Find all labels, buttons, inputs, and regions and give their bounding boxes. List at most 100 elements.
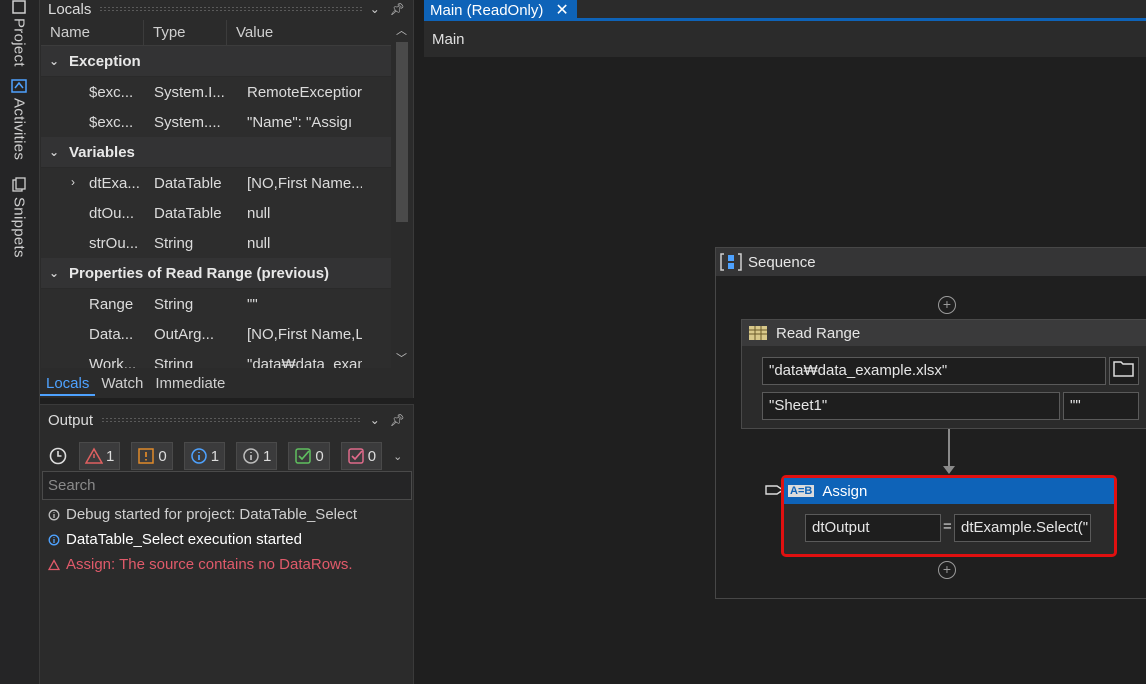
filter-count: 0 xyxy=(367,447,377,465)
chevron-down-icon[interactable]: ⌄ xyxy=(49,54,69,68)
row-type: String xyxy=(154,295,194,313)
range-field[interactable]: "" xyxy=(1063,392,1139,420)
chevron-down-icon[interactable]: ⌄ xyxy=(49,266,69,280)
output-filters: 1 0 1 1 0 0 ⌄ xyxy=(48,442,402,470)
info-icon xyxy=(190,448,207,464)
workflow-canvas[interactable]: Sequence + Read Range "data₩data_example… xyxy=(424,57,1146,684)
filter-count: 1 xyxy=(106,447,115,465)
filter-info[interactable]: 1 xyxy=(183,442,226,470)
sequence-title: Sequence xyxy=(748,253,816,271)
chevron-down-icon[interactable]: ⌄ xyxy=(370,413,380,427)
project-icon xyxy=(12,0,26,14)
workbook-path-field[interactable]: "data₩data_example.xlsx" xyxy=(762,357,1106,385)
row-value: null xyxy=(247,234,271,252)
row-type: String xyxy=(154,355,194,369)
read-range-activity[interactable]: Read Range "data₩data_example.xlsx" "She… xyxy=(741,319,1146,429)
filter-trace[interactable]: 1 xyxy=(236,442,278,470)
side-rail: Project Activities Snippets xyxy=(0,0,40,684)
table-row[interactable]: Range String "" xyxy=(41,289,391,319)
search-input[interactable]: Search xyxy=(42,471,412,500)
column-header-value[interactable]: Value xyxy=(227,20,391,45)
column-header-name[interactable]: Name xyxy=(41,20,144,45)
warning-icon xyxy=(85,447,103,464)
row-name: Data... xyxy=(89,325,134,343)
rail-snippets[interactable]: Snippets xyxy=(6,177,32,258)
filter-success[interactable]: 0 xyxy=(288,442,330,470)
table-row[interactable]: $exc... System.... "Name": "Assigı xyxy=(41,107,391,137)
snippets-icon xyxy=(12,177,26,192)
table-row[interactable]: $exc... System.I... RemoteExceptior xyxy=(41,77,391,107)
row-name: Work... xyxy=(89,355,137,369)
log-entry: Assign: The source contains no DataRows. xyxy=(48,556,353,573)
output-title: Output xyxy=(48,411,94,429)
sequence-icon xyxy=(720,253,742,271)
read-range-title: Read Range xyxy=(776,324,861,342)
assign-activity[interactable]: A=B Assign dtOutput = dtExample.Select(" xyxy=(781,475,1117,557)
flow-connector xyxy=(948,429,950,469)
rail-snippets-label: Snippets xyxy=(10,197,28,258)
filter-warnings[interactable]: 1 xyxy=(79,442,121,470)
group-read-range-properties[interactable]: ⌄ Properties of Read Range (previous) xyxy=(41,258,391,289)
add-activity-icon[interactable]: + xyxy=(938,561,956,579)
log-entry: DataTable_Select execution started xyxy=(48,531,302,548)
info-icon xyxy=(48,534,60,545)
browse-folder-button[interactable] xyxy=(1109,357,1139,385)
success-icon xyxy=(295,448,312,464)
clock-icon[interactable] xyxy=(48,446,68,466)
rail-project[interactable]: Project xyxy=(6,0,32,67)
overflow-chevron-icon[interactable]: ⌄ xyxy=(393,450,402,463)
output-drag-grip[interactable] xyxy=(101,417,362,423)
tab-main[interactable]: Main (ReadOnly) ✕ xyxy=(424,0,577,20)
locals-panel: Locals ⌄ 📌︎ Name Type Value ⌄ Exception $… xyxy=(40,0,414,398)
table-row[interactable]: › dtExa... DataTable [NO,First Name... xyxy=(41,168,391,198)
assign-value-field[interactable]: dtExample.Select(" xyxy=(954,514,1091,542)
assign-header[interactable]: A=B Assign xyxy=(784,478,1114,504)
table-row[interactable]: Data... OutArg... [NO,First Name,L xyxy=(41,319,391,349)
verify-icon xyxy=(347,448,364,464)
close-icon[interactable]: ✕ xyxy=(555,0,568,20)
sheet-name-field[interactable]: "Sheet1" xyxy=(762,392,1060,420)
tab-watch[interactable]: Watch xyxy=(95,372,149,396)
chevron-down-icon[interactable]: ⌄ xyxy=(370,2,380,16)
filter-count: 1 xyxy=(263,447,272,465)
rail-activities[interactable]: Activities xyxy=(6,78,32,160)
group-label: Variables xyxy=(69,143,135,161)
breadcrumb[interactable]: Main xyxy=(424,22,1146,58)
scroll-down-icon[interactable]: ﹀ xyxy=(396,350,407,366)
locals-drag-grip[interactable] xyxy=(99,6,362,12)
table-row[interactable]: dtOu... DataTable null xyxy=(41,198,391,228)
locals-scrollbar[interactable]: ︿ ﹀ xyxy=(392,20,412,368)
group-variables[interactable]: ⌄ Variables xyxy=(41,137,391,168)
sequence-header[interactable]: Sequence xyxy=(716,248,1146,276)
output-panel: Output ⌄ 📌︎ 1 0 1 1 0 0 ⌄ Search Debug s… xyxy=(40,404,414,684)
read-range-header[interactable]: Read Range xyxy=(742,320,1146,346)
group-label: Exception xyxy=(69,52,141,70)
chevron-right-icon[interactable]: › xyxy=(71,175,75,189)
locals-title: Locals xyxy=(48,0,92,18)
filter-errors[interactable]: 0 xyxy=(131,442,173,470)
chevron-down-icon[interactable]: ⌄ xyxy=(49,145,69,159)
assign-to-field[interactable]: dtOutput xyxy=(805,514,941,542)
table-row[interactable]: Work... String "data₩data_exam xyxy=(41,349,391,369)
scrollbar-thumb[interactable] xyxy=(396,42,408,222)
filter-verify[interactable]: 0 xyxy=(340,442,383,470)
locals-title-bar: Locals ⌄ 📌︎ xyxy=(40,0,413,18)
locals-header-row: Name Type Value xyxy=(41,20,391,46)
add-activity-icon[interactable]: + xyxy=(938,296,956,314)
row-value: null xyxy=(247,204,271,222)
scroll-up-icon[interactable]: ︿ xyxy=(396,22,407,38)
row-value: RemoteExceptior xyxy=(247,83,362,101)
filter-count: 0 xyxy=(315,447,324,465)
row-type: DataTable xyxy=(154,174,222,192)
group-exception[interactable]: ⌄ Exception xyxy=(41,46,391,77)
row-type: OutArg... xyxy=(154,325,215,343)
table-row[interactable]: strOu... String null xyxy=(41,228,391,258)
tab-locals[interactable]: Locals xyxy=(40,372,96,396)
pin-icon[interactable]: 📌︎ xyxy=(390,413,405,427)
row-value: "" xyxy=(247,295,258,313)
log-text: Assign: The source contains no DataRows. xyxy=(66,556,353,573)
sequence-activity[interactable]: Sequence + Read Range "data₩data_example… xyxy=(715,247,1146,599)
column-header-type[interactable]: Type xyxy=(144,20,227,45)
pin-icon[interactable]: 📌︎ xyxy=(390,2,405,16)
tab-immediate[interactable]: Immediate xyxy=(149,372,231,396)
